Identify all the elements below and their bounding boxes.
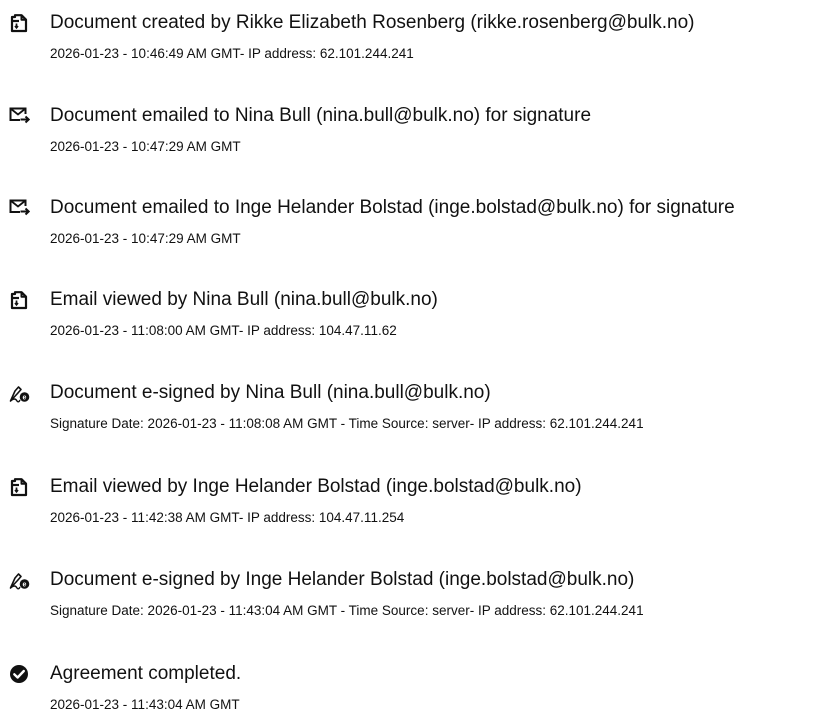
svg-text:e: e bbox=[23, 395, 27, 402]
event-timestamp: 2026-01-23 - 10:47:29 AM GMT bbox=[50, 139, 241, 154]
event-title: Document created by Rikke Elizabeth Rose… bbox=[50, 12, 695, 33]
event-timestamp: 2026-01-23 - 11:42:38 AM GMT- IP address… bbox=[50, 510, 405, 525]
event-timestamp: Signature Date: 2026-01-23 - 11:43:04 AM… bbox=[50, 603, 644, 618]
document-icon bbox=[8, 12, 30, 34]
event-title: Email viewed by Inge Helander Bolstad (i… bbox=[50, 476, 582, 497]
email-sent-icon bbox=[8, 105, 30, 127]
event-title: Agreement completed. bbox=[50, 663, 242, 684]
event-title: Document emailed to Inge Helander Bolsta… bbox=[50, 197, 735, 218]
event-title: Email viewed by Nina Bull (nina.bull@bul… bbox=[50, 289, 438, 310]
email-sent-icon bbox=[8, 197, 30, 219]
event-timestamp: 2026-01-23 - 11:43:04 AM GMT bbox=[50, 697, 240, 712]
event-timestamp: 2026-01-23 - 10:46:49 AM GMT- IP address… bbox=[50, 46, 414, 61]
document-icon bbox=[8, 476, 30, 498]
event-timestamp: 2026-01-23 - 10:47:29 AM GMT bbox=[50, 231, 241, 246]
e-sign-icon: e bbox=[8, 382, 30, 404]
e-sign-icon: e bbox=[8, 569, 30, 591]
event-title: Document e-signed by Nina Bull (nina.bul… bbox=[50, 382, 491, 403]
event-title: Document emailed to Nina Bull (nina.bull… bbox=[50, 105, 592, 126]
document-icon bbox=[8, 289, 30, 311]
svg-text:e: e bbox=[23, 582, 27, 589]
event-timestamp: Signature Date: 2026-01-23 - 11:08:08 AM… bbox=[50, 416, 644, 431]
check-circle-icon bbox=[8, 663, 30, 685]
event-timestamp: 2026-01-23 - 11:08:00 AM GMT- IP address… bbox=[50, 323, 397, 338]
event-title: Document e-signed by Inge Helander Bolst… bbox=[50, 569, 635, 590]
